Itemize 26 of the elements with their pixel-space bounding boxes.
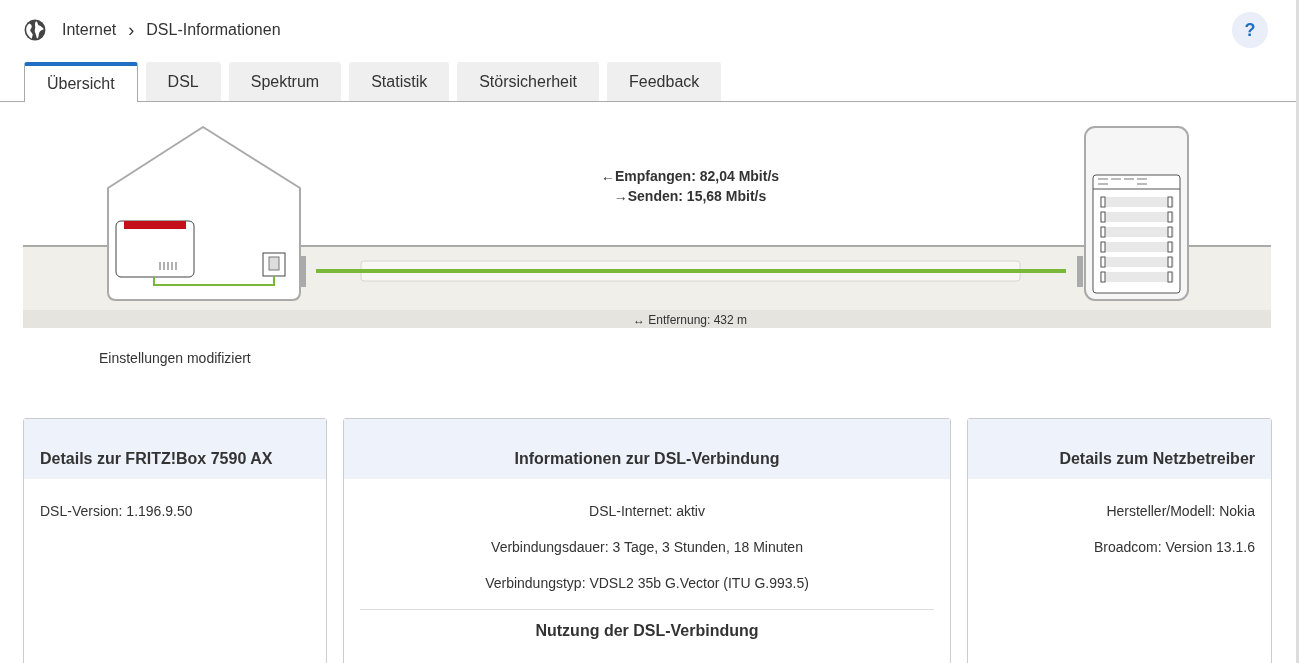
distance-label: ↔ Entfernung: 432 m [632,313,748,327]
card-title: Details zur FRITZ!Box 7590 AX [24,419,326,479]
page-title: DSL-Informationen [146,21,281,39]
info-text: Hersteller/Modell: Nokia [1105,502,1255,521]
help-button[interactable]: ? [1232,12,1268,48]
receive-rate: ←Empfangen: 82,04 Mbit/s [600,168,780,184]
tab[interactable]: Statistik [349,62,450,101]
breadcrumb-link[interactable]: Internet [62,21,117,39]
globe-icon [24,19,46,41]
tab[interactable]: Übersicht [24,62,138,102]
send-rate: →Senden: 15,68 Mbit/s [613,188,767,204]
connector-icon [1077,256,1083,287]
card-title: Details zum Netzbetreiber [968,419,1271,479]
tab[interactable]: Spektrum [228,62,342,101]
info-text: Verbindungsdauer: 3 Tage, 3 Stunden, 18 Minuten [490,538,804,557]
card-title: Informationen zur DSL-Verbindung [344,419,950,479]
section-heading: Nutzung der DSL-Verbindung [534,622,760,640]
breadcrumb-separator: › [128,19,135,41]
info-text: Broadcom: Version 13.1.6 [1092,538,1255,557]
tab[interactable]: Störsicherheit [457,62,599,101]
info-text: DSL-Version: 1.196.9.50 [40,502,194,521]
status-note: Einstellungen modifiziert [99,350,252,366]
tab[interactable]: Feedback [607,62,722,101]
tab[interactable]: DSL [145,62,221,101]
info-text: Verbindungstyp: VDSL2 35b G.Vector (ITU G.993.5) [484,574,810,593]
info-text: DSL-Internet: aktiv [588,502,706,521]
